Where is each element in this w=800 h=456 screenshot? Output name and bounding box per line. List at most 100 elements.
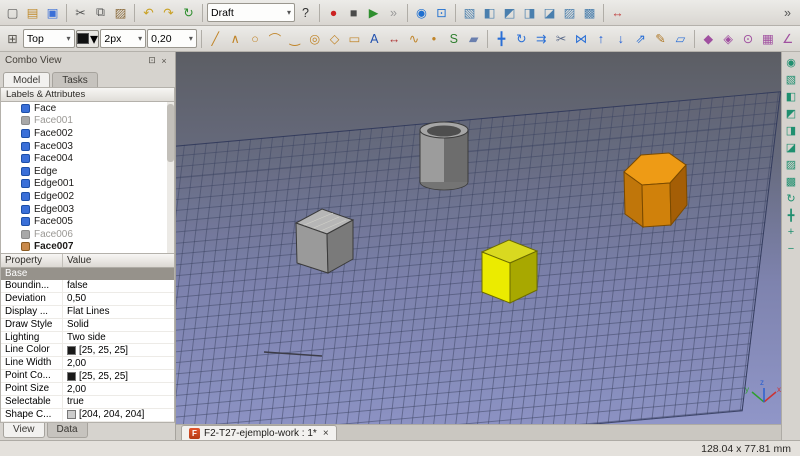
draft-circle-button[interactable]: ○ xyxy=(246,29,265,49)
3d-viewport[interactable]: xyz xyxy=(176,52,781,424)
draft-edit-button[interactable]: ✎ xyxy=(651,29,670,49)
fit-all-button[interactable]: ◉ xyxy=(412,3,431,23)
redo-button[interactable]: ↷ xyxy=(159,3,178,23)
right-view-button[interactable]: ◨ xyxy=(783,122,800,138)
property-row-display-[interactable]: Display ...Flat Lines xyxy=(1,306,174,319)
draft-ellipse-button[interactable]: ◎ xyxy=(305,29,324,49)
draft-arc-button[interactable]: ⌒ xyxy=(265,29,284,49)
copy-button[interactable]: ⧉ xyxy=(91,3,110,23)
draft-offset-button[interactable]: ⇉ xyxy=(532,29,551,49)
left-view-button[interactable]: ▩ xyxy=(783,173,800,189)
property-value[interactable]: [25, 25, 25] xyxy=(63,345,174,356)
dock-panel-icon[interactable]: ⊡ xyxy=(146,55,158,66)
property-row-boundin-[interactable]: Boundin...false xyxy=(1,280,174,293)
tree-item-edge003[interactable]: Edge003 xyxy=(1,203,174,216)
property-value[interactable]: 0,50 xyxy=(63,293,174,304)
zoom-out-button[interactable]: − xyxy=(783,241,800,257)
model-tree[interactable]: FaceFace001Face002Face003Face004EdgeEdge… xyxy=(0,102,175,254)
workbench-selector[interactable]: Draft▾ xyxy=(207,3,295,22)
tree-item-face006[interactable]: Face006 xyxy=(1,228,174,241)
bottom-view-button[interactable]: ▨ xyxy=(560,3,579,23)
macro-record-button[interactable]: ● xyxy=(324,3,343,23)
tab-tasks[interactable]: Tasks xyxy=(52,72,98,87)
undo-button[interactable]: ↶ xyxy=(139,3,158,23)
tab-model[interactable]: Model xyxy=(3,72,50,87)
fit-selection-button[interactable]: ⊡ xyxy=(432,3,451,23)
tab-data[interactable]: Data xyxy=(47,423,88,438)
tree-item-edge001[interactable]: Edge001 xyxy=(1,178,174,191)
draft-upgrade-button[interactable]: ↑ xyxy=(591,29,610,49)
close-document-icon[interactable]: × xyxy=(323,428,329,439)
draft-shapestring-button[interactable]: S xyxy=(444,29,463,49)
property-value[interactable]: Flat Lines xyxy=(63,306,174,317)
line-color-button[interactable]: ▾ xyxy=(76,30,100,48)
property-value[interactable]: 2,00 xyxy=(63,384,174,395)
rear-view-button[interactable]: ◪ xyxy=(540,3,559,23)
property-value[interactable]: Two side xyxy=(63,332,174,343)
tree-scrollbar-thumb[interactable] xyxy=(167,104,174,162)
macro-debug-button[interactable]: » xyxy=(384,3,403,23)
draft-polygon-button[interactable]: ◇ xyxy=(325,29,344,49)
draft-rectangle-button[interactable]: ▭ xyxy=(345,29,364,49)
draft-dimension-button[interactable]: ↔ xyxy=(385,29,404,49)
property-row-line-color[interactable]: Line Color[25, 25, 25] xyxy=(1,344,174,357)
draft-line-object[interactable] xyxy=(264,352,322,356)
tree-scrollbar[interactable] xyxy=(167,102,174,253)
save-document-button[interactable]: ▣ xyxy=(43,3,62,23)
snap-angle-button[interactable]: ∠ xyxy=(778,29,797,49)
working-plane-icon[interactable]: ⊞ xyxy=(3,29,22,49)
working-plane-selector[interactable]: Top▾ xyxy=(23,29,75,48)
draft-downgrade-button[interactable]: ↓ xyxy=(611,29,630,49)
pan-view-button[interactable]: ╋ xyxy=(783,207,800,223)
left-view-button[interactable]: ▩ xyxy=(580,3,599,23)
property-row-lighting[interactable]: LightingTwo side xyxy=(1,332,174,345)
property-value[interactable]: false xyxy=(63,280,174,291)
tree-item-edge002[interactable]: Edge002 xyxy=(1,190,174,203)
snap-midpoint-button[interactable]: ◈ xyxy=(719,29,738,49)
property-value[interactable]: 2,00 xyxy=(63,358,174,369)
draft-point-button[interactable]: • xyxy=(424,29,443,49)
property-row-draw-style[interactable]: Draw StyleSolid xyxy=(1,319,174,332)
tree-item-face007[interactable]: Face007 xyxy=(1,241,174,254)
tree-item-face001[interactable]: Face001 xyxy=(1,115,174,128)
scale-selector[interactable]: 0,20▾ xyxy=(147,29,197,48)
tree-item-face002[interactable]: Face002 xyxy=(1,127,174,140)
tab-view[interactable]: View xyxy=(3,423,45,438)
draft-move-button[interactable]: ╋ xyxy=(492,29,511,49)
draft-rotate-button[interactable]: ↻ xyxy=(512,29,531,49)
property-row-point-size[interactable]: Point Size2,00 xyxy=(1,383,174,396)
snap-endpoint-button[interactable]: ◆ xyxy=(699,29,718,49)
front-view-button[interactable]: ◧ xyxy=(783,88,800,104)
draft-polyline-button[interactable]: ∧ xyxy=(226,29,245,49)
cylinder-top-hole[interactable] xyxy=(427,126,461,137)
top-view-button[interactable]: ◩ xyxy=(783,105,800,121)
tree-item-face003[interactable]: Face003 xyxy=(1,140,174,153)
refresh-button[interactable]: ↻ xyxy=(179,3,198,23)
draft-arc-3points-button[interactable]: ‿ xyxy=(285,29,304,49)
tree-item-face[interactable]: Face xyxy=(1,102,174,115)
open-document-button[interactable]: ▤ xyxy=(23,3,42,23)
property-value[interactable]: true xyxy=(63,396,174,407)
zoom-in-button[interactable]: + xyxy=(783,224,800,240)
paste-button[interactable]: ▨ xyxy=(111,3,130,23)
measure-distance-button[interactable]: ↔ xyxy=(608,3,627,23)
tree-item-face005[interactable]: Face005 xyxy=(1,215,174,228)
draft-text-button[interactable]: A xyxy=(365,29,384,49)
draft-line-button[interactable]: ╱ xyxy=(206,29,225,49)
property-group-base[interactable]: Base xyxy=(1,268,174,280)
hex-prism-front-face[interactable] xyxy=(642,183,671,227)
draft-join-button[interactable]: ⋈ xyxy=(572,29,591,49)
axonometric-view-button[interactable]: ▧ xyxy=(460,3,479,23)
draft-bspline-button[interactable]: ∿ xyxy=(405,29,424,49)
property-row-point-co-[interactable]: Point Co...[25, 25, 25] xyxy=(1,370,174,383)
draft-subelement-button[interactable]: ▱ xyxy=(671,29,690,49)
property-row-selectable[interactable]: Selectabletrue xyxy=(1,396,174,409)
fit-all-button[interactable]: ◉ xyxy=(783,54,800,70)
close-panel-icon[interactable]: × xyxy=(158,56,170,66)
tree-item-edge[interactable]: Edge xyxy=(1,165,174,178)
right-view-button[interactable]: ◨ xyxy=(520,3,539,23)
bottom-view-button[interactable]: ▨ xyxy=(783,156,800,172)
property-value[interactable]: Solid xyxy=(63,319,174,330)
property-row-line-width[interactable]: Line Width2,00 xyxy=(1,357,174,370)
whats-this-button[interactable]: ? xyxy=(296,3,315,23)
